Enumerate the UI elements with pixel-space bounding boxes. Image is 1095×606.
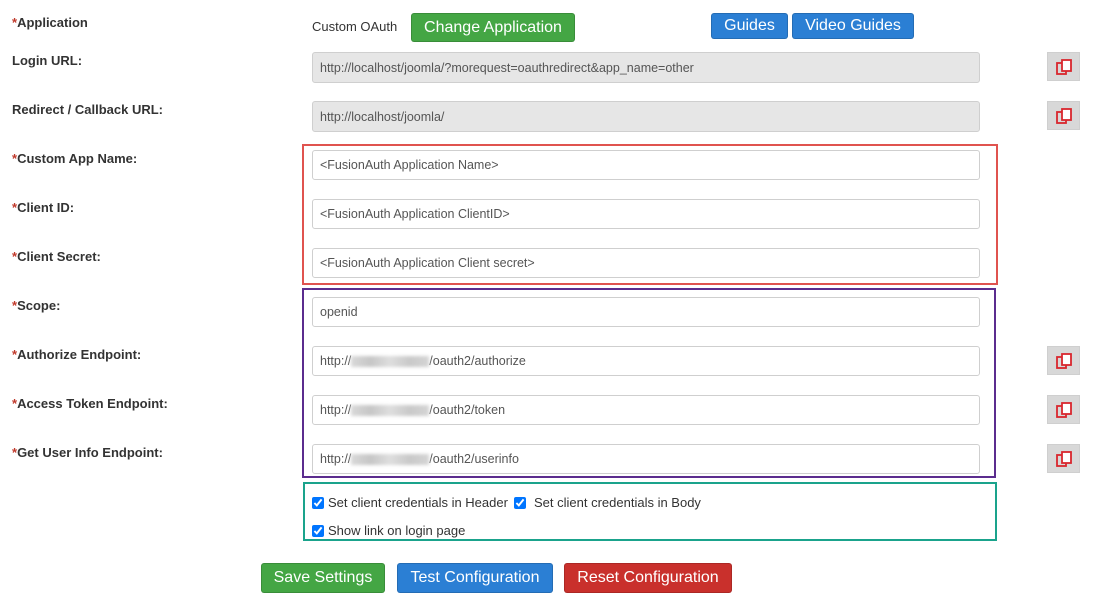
client-id-input[interactable] [312, 199, 980, 229]
credentials-body-checkbox[interactable] [514, 496, 526, 509]
copy-authorize-endpoint-button[interactable] [1047, 346, 1080, 375]
redacted-host [351, 453, 430, 465]
copy-token-endpoint-button[interactable] [1047, 395, 1080, 424]
application-value: Custom OAuth [312, 19, 398, 34]
token-endpoint-label: *Access Token Endpoint: [12, 396, 168, 411]
reset-configuration-button[interactable]: Reset Configuration [564, 563, 732, 593]
redirect-url-label: Redirect / Callback URL: [12, 102, 163, 117]
copy-icon [1055, 58, 1072, 75]
login-url-field[interactable] [312, 52, 980, 83]
guides-button[interactable]: Guides [711, 13, 788, 39]
copy-icon [1055, 107, 1072, 124]
test-configuration-button[interactable]: Test Configuration [397, 563, 553, 593]
redacted-host [351, 355, 430, 367]
save-settings-button[interactable]: Save Settings [261, 563, 385, 593]
client-secret-label: *Client Secret: [12, 249, 101, 264]
copy-userinfo-endpoint-button[interactable] [1047, 444, 1080, 473]
userinfo-endpoint-input[interactable]: http:///oauth2/userinfo [312, 444, 980, 474]
token-endpoint-input[interactable]: http:///oauth2/token [312, 395, 980, 425]
video-guides-button[interactable]: Video Guides [792, 13, 914, 39]
credentials-header-checkbox[interactable] [312, 496, 324, 509]
credentials-body-option[interactable]: Set client credentials in Body [514, 495, 701, 510]
client-id-label: *Client ID: [12, 200, 75, 215]
redirect-url-field[interactable] [312, 101, 980, 132]
login-link-option[interactable]: Show link on login page [312, 523, 465, 538]
authorize-endpoint-label: *Authorize Endpoint: [12, 347, 142, 362]
copy-icon [1055, 401, 1072, 418]
copy-redirect-url-button[interactable] [1047, 101, 1080, 130]
scope-label: *Scope: [12, 298, 61, 313]
redacted-host [351, 404, 430, 416]
login-link-checkbox[interactable] [312, 524, 324, 537]
custom-app-name-input[interactable] [312, 150, 980, 180]
change-application-button[interactable]: Change Application [411, 13, 575, 42]
copy-login-url-button[interactable] [1047, 52, 1080, 81]
copy-icon [1055, 352, 1072, 369]
authorize-endpoint-input[interactable]: http:///oauth2/authorize [312, 346, 980, 376]
client-secret-input[interactable] [312, 248, 980, 278]
login-url-label: Login URL: [12, 53, 83, 68]
application-label: *Application [12, 15, 88, 30]
userinfo-endpoint-label: *Get User Info Endpoint: [12, 445, 163, 460]
scope-input[interactable] [312, 297, 980, 327]
custom-app-name-label: *Custom App Name: [12, 151, 138, 166]
credentials-header-option[interactable]: Set client credentials in Header [312, 495, 508, 510]
copy-icon [1055, 450, 1072, 467]
